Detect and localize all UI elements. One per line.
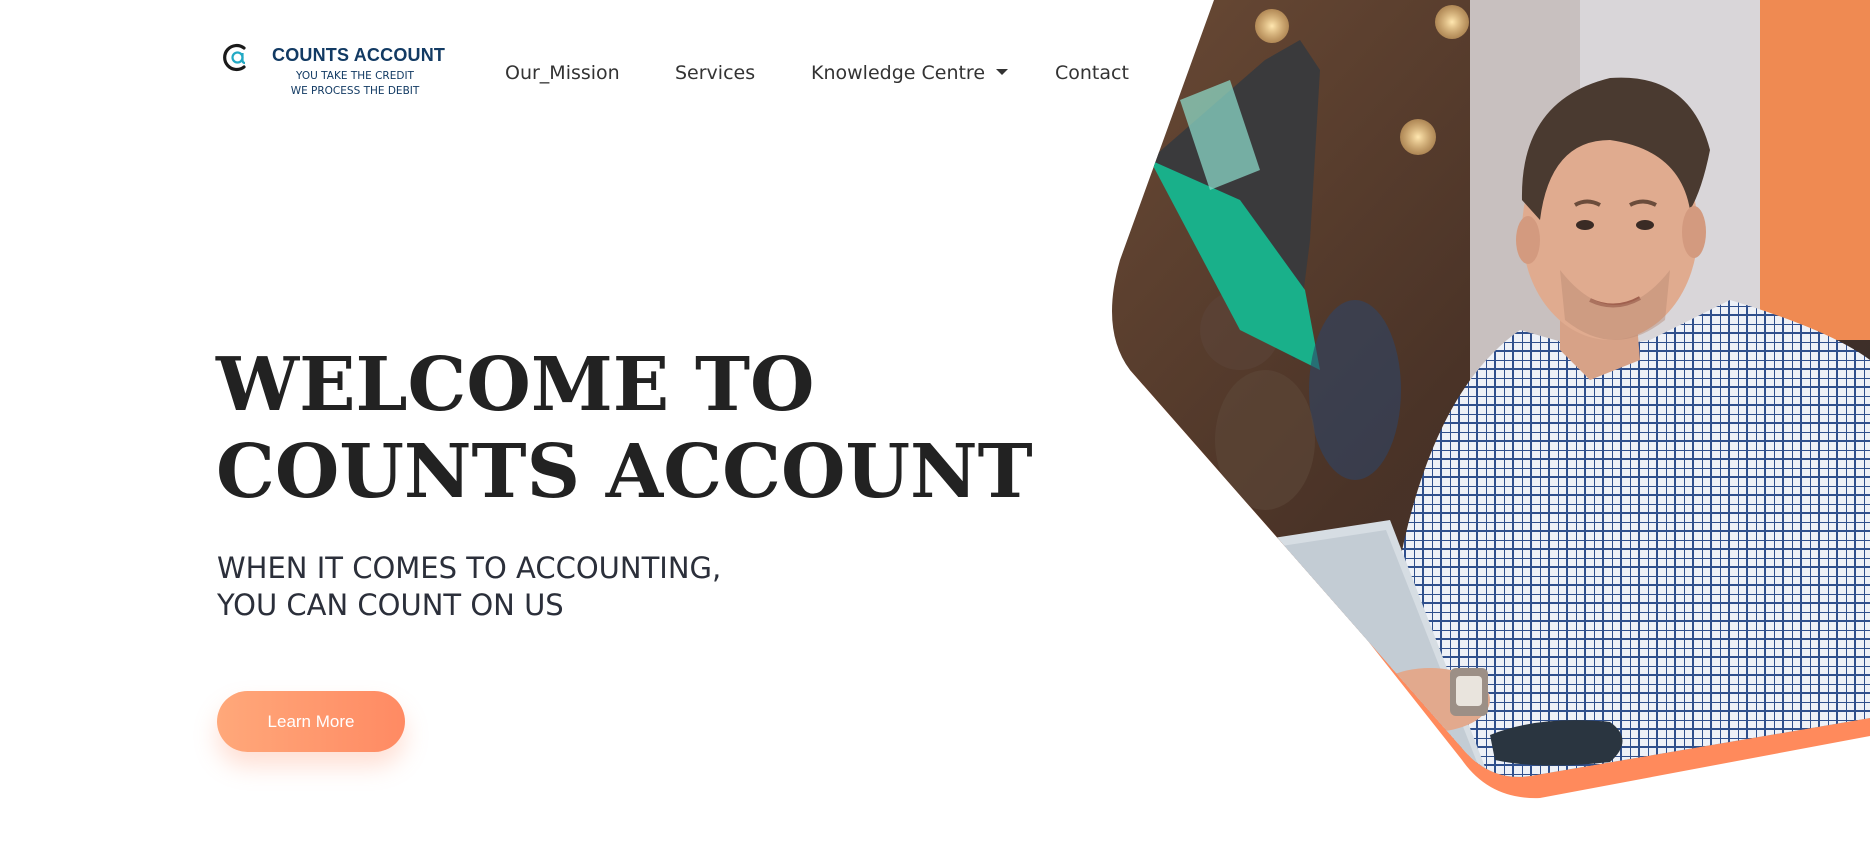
nav-item-knowledge-centre[interactable]: Knowledge Centre	[811, 62, 1009, 84]
hero-title-line-1: WELCOME TO	[216, 342, 815, 428]
nav-item-label: Services	[675, 62, 756, 84]
hero-title: WELCOME TO COUNTS ACCOUNT	[216, 342, 1033, 516]
caret-down-icon	[996, 69, 1009, 75]
brand-tagline-1: YOU TAKE THE CREDIT	[296, 70, 414, 82]
learn-more-button[interactable]: Learn More	[217, 691, 405, 752]
brand-logo[interactable]: COUNTS ACCOUNT YOU TAKE THE CREDIT WE PR…	[222, 40, 446, 104]
nav-item-label: Knowledge Centre	[811, 62, 986, 84]
at-sign-logo-icon	[223, 43, 246, 72]
brand-name: COUNTS ACCOUNT	[272, 45, 446, 65]
nav-item-our-mission[interactable]: Our_Mission	[505, 62, 620, 84]
nav-item-services[interactable]: Services	[675, 62, 755, 84]
hero-subtitle-line-1: WHEN IT COMES TO ACCOUNTING,	[217, 551, 722, 585]
hero-title-line-2: COUNTS ACCOUNT	[216, 429, 1033, 515]
hero-subtitle-line-2: YOU CAN COUNT ON US	[217, 588, 564, 622]
hero-photo	[1112, 0, 1870, 799]
nav-item-label: Our_Mission	[505, 62, 620, 84]
hero-subtitle: WHEN IT COMES TO ACCOUNTING, YOU CAN COUN…	[217, 550, 721, 624]
brand-tagline-2: WE PROCESS THE DEBIT	[290, 85, 420, 97]
